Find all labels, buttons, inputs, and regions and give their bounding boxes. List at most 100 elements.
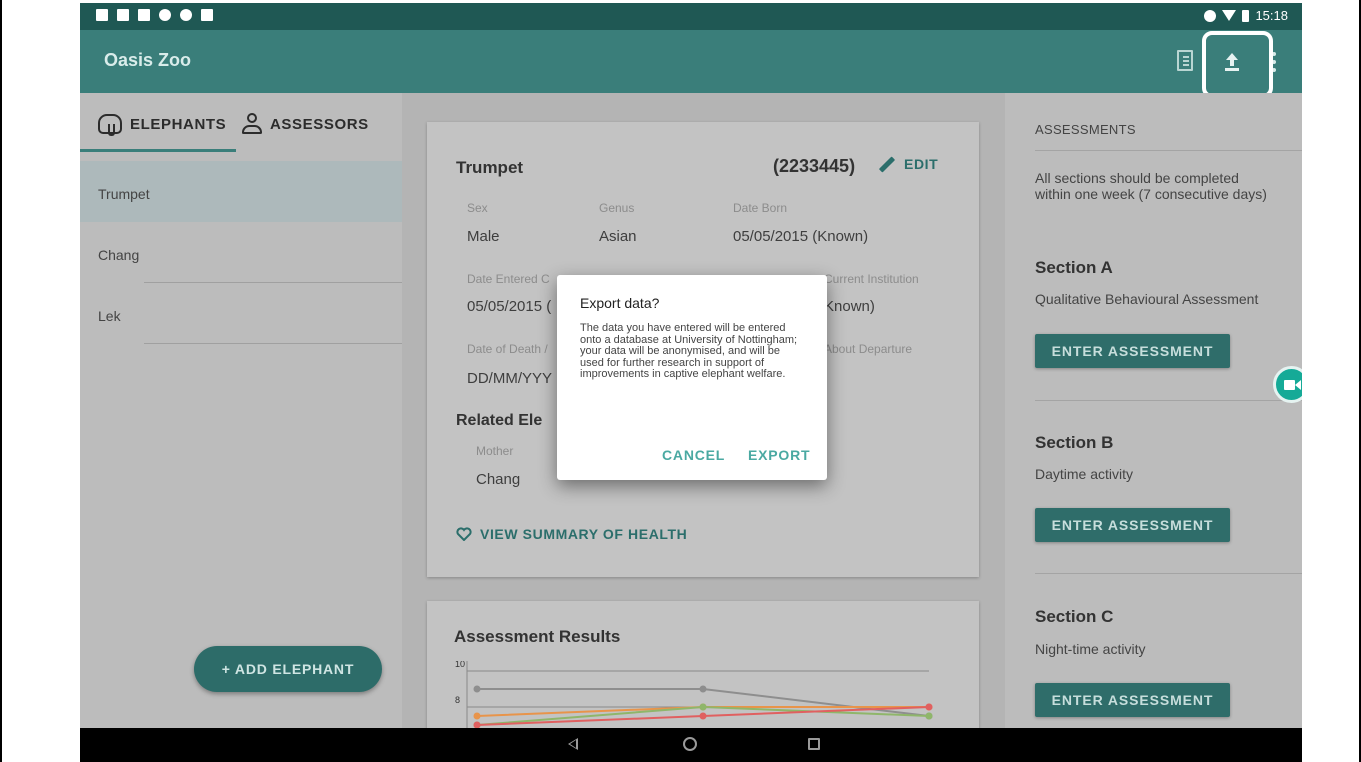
image-notification-icon — [138, 9, 150, 21]
data-point — [925, 703, 933, 711]
edit-button[interactable]: EDIT — [878, 155, 939, 173]
genus-value: Asian — [599, 228, 637, 245]
export-button[interactable]: EXPORT — [748, 447, 810, 463]
app-title: Oasis Zoo — [104, 50, 192, 70]
date-born-value: 05/05/2015 (Known) — [733, 228, 869, 245]
heart-icon — [456, 527, 472, 541]
view-summary-of-health-button[interactable]: VIEW SUMMARY OF HEALTH — [456, 526, 687, 542]
list-item[interactable]: Chang — [80, 222, 402, 283]
divider — [1035, 150, 1302, 151]
mother-value[interactable]: Chang — [476, 471, 520, 488]
video-notification-icon — [117, 9, 129, 21]
data-point — [699, 685, 707, 693]
do-not-disturb-icon — [1204, 9, 1217, 22]
tablet-screen: 15:18 Oasis Zoo ELEPHANTS ASSESSORS Trum… — [80, 3, 1302, 762]
video-notification-icon — [96, 9, 108, 21]
detail-id: (2233445) — [773, 156, 856, 176]
wifi-icon — [1222, 10, 1237, 21]
divider — [1035, 400, 1302, 401]
edit-label: EDIT — [904, 156, 939, 172]
export-dialog: Export data? The data you have entered w… — [557, 275, 827, 480]
section-a-subtitle: Qualitative Behavioural Assessment — [1035, 291, 1259, 307]
tab-elephants[interactable]: ELEPHANTS — [98, 109, 226, 139]
series-line — [477, 688, 930, 717]
dialog-message: The data you have entered will be entere… — [580, 322, 798, 380]
data-point — [925, 712, 933, 720]
status-icons: 15:18 — [1204, 8, 1288, 23]
section-c-title: Section C — [1035, 607, 1114, 626]
view-summary-label: VIEW SUMMARY OF HEALTH — [480, 526, 688, 542]
notes-icon[interactable] — [1177, 50, 1193, 71]
sex-label: Sex — [467, 201, 488, 215]
date-of-death-label: Date of Death / — [467, 342, 548, 356]
date-of-death-value: DD/MM/YYY — [467, 370, 553, 387]
tab-bar: ELEPHANTS ASSESSORS — [80, 93, 402, 153]
date-entered-label: Date Entered C — [467, 272, 550, 286]
elephant-name: Chang — [98, 247, 140, 263]
enter-assessment-b-button[interactable]: ENTER ASSESSMENT — [1035, 508, 1230, 542]
data-point — [473, 712, 481, 720]
mother-label: Mother — [476, 444, 514, 458]
date-born-label: Date Born — [733, 201, 788, 215]
enter-assessment-c-button[interactable]: ENTER ASSESSMENT — [1035, 683, 1230, 717]
assessments-note: All sections should be completed within … — [1035, 170, 1267, 202]
section-b-title: Section B — [1035, 433, 1114, 452]
notification-icons — [96, 9, 213, 21]
pencil-icon — [878, 155, 896, 173]
current-institution-value: Known) — [824, 298, 875, 315]
y-tick-label: 8 — [455, 695, 460, 705]
app-bar: Oasis Zoo — [80, 30, 1302, 93]
frame-border-left — [0, 0, 2, 762]
results-title: Assessment Results — [454, 627, 621, 646]
related-elephants-title: Related Ele — [456, 412, 543, 429]
date-entered-value: 05/05/2015 ( — [467, 298, 552, 315]
calendar-notification-icon — [201, 9, 213, 21]
navigation-bar — [80, 728, 1302, 762]
section-a-title: Section A — [1035, 258, 1113, 277]
y-tick-label: 10 — [455, 661, 465, 669]
status-bar: 15:18 — [80, 3, 1302, 30]
battery-icon — [1242, 9, 1250, 22]
add-elephant-button[interactable]: + ADD ELEPHANT — [194, 646, 382, 692]
app-notification-icon — [180, 9, 192, 21]
genus-label: Genus — [599, 201, 635, 215]
list-item[interactable]: Lek — [80, 283, 402, 344]
tab-indicator — [80, 149, 236, 152]
person-notification-icon — [159, 9, 171, 21]
sex-value: Male — [467, 228, 500, 245]
elephant-list-panel: ELEPHANTS ASSESSORS Trumpet Chang Lek + … — [80, 93, 402, 728]
back-icon[interactable] — [568, 738, 578, 750]
divider — [144, 343, 402, 344]
clock: 15:18 — [1255, 8, 1288, 23]
tab-assessors[interactable]: ASSESSORS — [242, 109, 369, 139]
list-item[interactable]: Trumpet — [80, 161, 402, 222]
departure-label: About Departure — [824, 342, 913, 356]
cancel-button[interactable]: CANCEL — [662, 447, 725, 463]
section-b-subtitle: Daytime activity — [1035, 466, 1134, 482]
recents-icon[interactable] — [808, 738, 820, 750]
video-call-button[interactable] — [1273, 366, 1302, 403]
elephant-name: Lek — [98, 308, 121, 324]
section-c-subtitle: Night-time activity — [1035, 641, 1146, 657]
assessments-panel: ASSESSMENTS All sections should be compl… — [1005, 93, 1302, 728]
divider — [1035, 573, 1302, 574]
data-point — [699, 703, 707, 711]
elephant-list: Trumpet Chang Lek — [80, 161, 402, 344]
home-icon[interactable] — [683, 737, 697, 751]
data-point — [699, 712, 707, 720]
upload-highlight-box — [1202, 31, 1273, 98]
dialog-title: Export data? — [580, 295, 660, 311]
data-point — [473, 685, 481, 693]
video-camera-icon — [1284, 380, 1295, 390]
current-institution-label: Current Institution — [824, 272, 919, 286]
person-icon — [242, 113, 262, 135]
elephant-icon — [98, 114, 122, 136]
screenshot-frame: 15:18 Oasis Zoo ELEPHANTS ASSESSORS Trum… — [0, 0, 1361, 762]
tab-assessors-label: ASSESSORS — [270, 115, 369, 133]
assessments-header: ASSESSMENTS — [1035, 122, 1136, 137]
detail-name: Trumpet — [456, 158, 524, 177]
assessment-results-card: Assessment Results 10 8 — [427, 601, 979, 741]
enter-assessment-a-button[interactable]: ENTER ASSESSMENT — [1035, 334, 1230, 368]
tab-elephants-label: ELEPHANTS — [130, 115, 227, 133]
elephant-name: Trumpet — [98, 186, 150, 202]
